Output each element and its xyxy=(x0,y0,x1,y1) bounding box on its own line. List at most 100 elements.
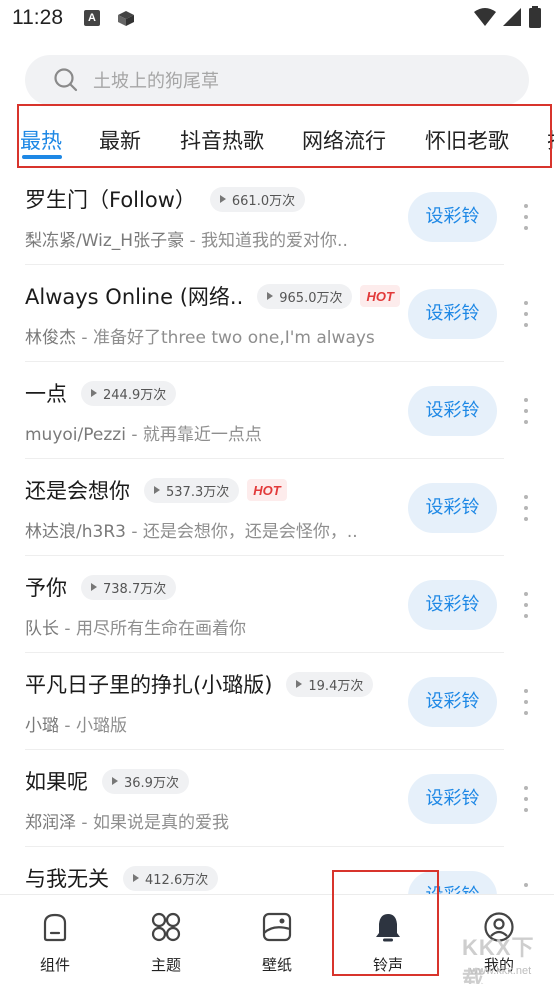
song-lyric-snippet: 我知道我的爱对你.. xyxy=(201,231,348,251)
song-title: 罗生门（Follow） xyxy=(25,188,196,212)
more-options-icon[interactable] xyxy=(520,301,532,327)
song-title: 还是会想你 xyxy=(25,479,130,503)
song-subtitle-line: 林俊杰 - 准备好了three two one,I'm always.. xyxy=(25,323,375,348)
song-title: 如果呢 xyxy=(25,770,88,794)
separator: - xyxy=(76,813,93,833)
dot xyxy=(524,215,528,219)
play-count: 412.6万次 xyxy=(145,872,209,888)
dot xyxy=(524,711,528,715)
song-title-line: 还是会想你 537.3万次 HOT xyxy=(25,473,287,507)
song-artist: 梨冻紧/Wiz_H张子豪 xyxy=(25,231,185,251)
dot xyxy=(524,786,528,790)
play-icon xyxy=(133,874,139,882)
separator: - xyxy=(59,619,76,639)
song-title: 平凡日子里的挣扎(小璐版) xyxy=(25,673,273,697)
song-row[interactable]: 还是会想你 537.3万次 HOT 林达浪/h3R3 - 还是会想你，还是会怪你，..… xyxy=(0,459,554,556)
dot xyxy=(524,808,528,812)
song-subtitle-line: 队长 - 用尽所有生命在画着你 xyxy=(25,614,375,639)
separator: - xyxy=(125,522,143,542)
song-subtitle-line: 林达浪/h3R3 - 还是会想你，还是会怪你，.. xyxy=(25,517,375,542)
dot xyxy=(524,398,528,402)
nav-item-widgets[interactable]: 组件 xyxy=(0,895,110,984)
song-subtitle-line: 郑润泽 - 如果说是真的爱我 xyxy=(25,808,375,833)
song-title: Always Online (网络.. xyxy=(25,285,244,309)
song-row[interactable]: 罗生门（Follow） 661.0万次 梨冻紧/Wiz_H张子豪 - 我知道我的爱对… xyxy=(0,168,554,265)
separator: - xyxy=(59,716,76,736)
set-ringtone-button[interactable]: 设彩铃 xyxy=(408,192,497,242)
play-icon xyxy=(267,292,274,300)
annotation-box-ringtone-tab xyxy=(332,870,439,976)
play-count: 36.9万次 xyxy=(124,775,179,791)
song-artist: 林达浪/h3R3 xyxy=(25,522,126,542)
play-count-badge: 19.4万次 xyxy=(286,671,374,697)
song-subtitle-line: 梨冻紧/Wiz_H张子豪 - 我知道我的爱对你.. xyxy=(25,226,375,251)
song-title-line: 予你 738.7万次 xyxy=(25,570,177,604)
song-lyric-snippet: 还是会想你，还是会怪你，.. xyxy=(142,522,358,542)
dot xyxy=(524,506,528,510)
song-title: 与我无关 xyxy=(25,867,109,891)
play-count-badge: 36.9万次 xyxy=(102,768,189,794)
dot xyxy=(524,495,528,499)
song-artist: muyoi/Pezzi xyxy=(25,425,126,445)
dot xyxy=(524,614,528,618)
app-notification-icon: A xyxy=(84,10,100,26)
nav-label-widgets: 组件 xyxy=(39,956,70,974)
theme-icon xyxy=(151,912,181,942)
hot-badge: HOT xyxy=(360,285,400,307)
set-ringtone-button[interactable]: 设彩铃 xyxy=(408,289,497,339)
song-title-line: 与我无关 412.6万次 xyxy=(25,861,219,895)
song-subtitle-line: muyoi/Pezzi - 就再靠近一点点 xyxy=(25,420,375,445)
signal-icon xyxy=(503,8,521,26)
song-row[interactable]: 一点 244.9万次 muyoi/Pezzi - 就再靠近一点点 设彩铃 xyxy=(0,362,554,459)
nav-item-themes[interactable]: 主题 xyxy=(111,895,221,984)
annotation-box-tabs xyxy=(17,104,552,168)
song-lyric-snippet: 用尽所有生命在画着你 xyxy=(75,619,246,639)
set-ringtone-button[interactable]: 设彩铃 xyxy=(408,386,497,436)
search-bar[interactable]: 土坡上的狗尾草 xyxy=(25,55,529,105)
more-options-icon[interactable] xyxy=(520,204,532,230)
play-count-badge: 537.3万次 xyxy=(144,477,240,503)
dot xyxy=(524,883,528,887)
separator: - xyxy=(76,328,93,348)
song-title-line: 平凡日子里的挣扎(小璐版) 19.4万次 xyxy=(25,667,374,701)
song-subtitle-line: 小璐 - 小璐版 xyxy=(25,711,375,736)
song-row[interactable]: 如果呢 36.9万次郑润泽 - 如果说是真的爱我 设彩铃 xyxy=(0,750,554,847)
cube-notification-icon xyxy=(118,11,134,26)
more-options-icon[interactable] xyxy=(520,786,532,812)
song-row[interactable]: Always Online (网络.. 965.0万次 HOT 林俊杰 - 准备好了t… xyxy=(0,265,554,362)
wifi-icon xyxy=(474,8,496,26)
set-ringtone-button[interactable]: 设彩铃 xyxy=(408,483,497,533)
status-time: 11:28 xyxy=(12,6,63,29)
song-artist: 队长 xyxy=(25,619,59,639)
more-options-icon[interactable] xyxy=(520,592,532,618)
separator: - xyxy=(184,231,202,251)
dot xyxy=(524,700,528,704)
more-options-icon[interactable] xyxy=(520,495,532,521)
nav-label-wallpapers: 壁纸 xyxy=(261,956,292,974)
dot xyxy=(524,592,528,596)
nav-label-themes: 主题 xyxy=(150,956,181,974)
more-options-icon[interactable] xyxy=(520,398,532,424)
play-icon xyxy=(91,583,97,591)
set-ringtone-button[interactable]: 设彩铃 xyxy=(408,677,497,727)
status-indicators xyxy=(474,6,542,28)
set-ringtone-button[interactable]: 设彩铃 xyxy=(408,774,497,824)
dot xyxy=(524,517,528,521)
dot xyxy=(524,323,528,327)
nav-item-wallpapers[interactable]: 壁纸 xyxy=(222,895,332,984)
song-lyric-snippet: 就再靠近一点点 xyxy=(142,425,262,445)
dot xyxy=(524,689,528,693)
play-count-badge: 412.6万次 xyxy=(123,865,219,891)
dot xyxy=(524,409,528,413)
set-ringtone-button[interactable]: 设彩铃 xyxy=(408,580,497,630)
battery-icon xyxy=(529,6,541,28)
song-title-line: Always Online (网络.. 965.0万次 HOT xyxy=(25,279,400,313)
song-lyric-snippet: 如果说是真的爱我 xyxy=(92,813,229,833)
more-options-icon[interactable] xyxy=(520,689,532,715)
song-row[interactable]: 予你 738.7万次队长 - 用尽所有生命在画着你 设彩铃 xyxy=(0,556,554,653)
song-artist: 林俊杰 xyxy=(25,328,76,348)
widget-icon xyxy=(43,913,67,942)
song-artist: 小璐 xyxy=(25,716,59,736)
dot xyxy=(524,226,528,230)
song-row[interactable]: 平凡日子里的挣扎(小璐版) 19.4万次小璐 - 小璐版 设彩铃 xyxy=(0,653,554,750)
